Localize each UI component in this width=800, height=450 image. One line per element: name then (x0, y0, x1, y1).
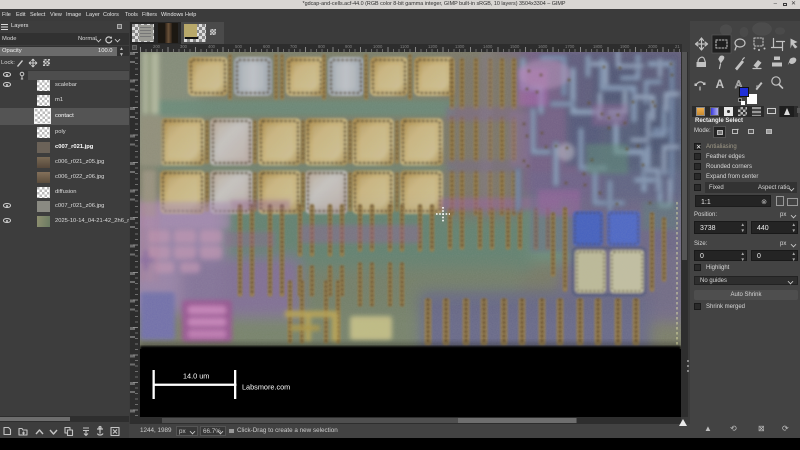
svg-text:A: A (716, 77, 725, 91)
svg-text:14.0 um: 14.0 um (183, 372, 209, 381)
svg-text:Labsmore.com: Labsmore.com (242, 383, 290, 392)
